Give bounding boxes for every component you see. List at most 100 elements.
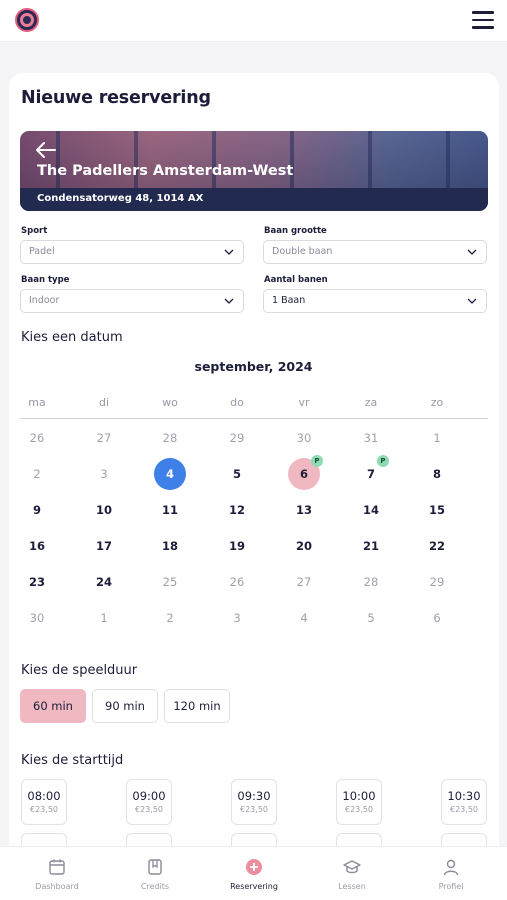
slot-time: 09:30 — [237, 789, 271, 803]
bookmark-icon — [148, 859, 162, 875]
calendar-day: 2 — [33, 467, 41, 481]
nav-dashboard[interactable]: Dashboard — [22, 847, 92, 900]
calendar-day[interactable]: 5 — [221, 458, 253, 490]
calendar-day[interactable]: 16 — [21, 530, 53, 562]
calendar-day[interactable]: 10 — [88, 494, 120, 526]
calendar-day[interactable]: 17 — [88, 530, 120, 562]
calendar-day[interactable]: 8 — [421, 458, 453, 490]
nav-label: Lessen — [338, 882, 366, 891]
court-count-label: Aantal banen — [264, 275, 328, 285]
weekday-fri: vr — [298, 396, 310, 409]
chevron-down-icon — [467, 298, 477, 304]
weekday-mon: ma — [28, 396, 46, 409]
slot-price: €23,50 — [30, 805, 58, 814]
court-count-select[interactable]: 1 Baan — [263, 289, 487, 313]
nav-label: Reservering — [230, 882, 278, 891]
slot-time: 08:00 — [27, 789, 61, 803]
court-type-label: Baan type — [21, 275, 70, 285]
page-title: Nieuwe reservering — [21, 88, 211, 108]
calendar-day: 29 — [429, 575, 445, 589]
date-heading: Kies een datum — [21, 330, 123, 345]
calendar-day: 1 — [100, 611, 108, 625]
club-logo[interactable] — [15, 8, 39, 32]
nav-lessen[interactable]: Lessen — [317, 847, 387, 900]
calendar-day[interactable]: 11 — [154, 494, 186, 526]
calendar-day[interactable]: 20 — [288, 530, 320, 562]
calendar-day[interactable]: 22 — [421, 530, 453, 562]
weekday-tue: di — [98, 396, 110, 409]
venue-name: The Padellers Amsterdam-West — [37, 163, 294, 179]
calendar-day: 25 — [162, 575, 178, 589]
court-size-label: Baan grootte — [264, 226, 327, 236]
sport-value: Padel — [29, 246, 55, 257]
calendar-day[interactable]: 21 — [355, 530, 387, 562]
nav-reservering[interactable]: Reservering — [219, 847, 289, 900]
calendar-day: 29 — [229, 431, 245, 445]
time-slot[interactable]: 10:00 €23,50 — [336, 779, 382, 825]
court-type-value: Indoor — [29, 295, 60, 306]
weekday-wed: wo — [162, 396, 178, 409]
slot-price: €23,50 — [135, 805, 163, 814]
calendar-day[interactable]: 19 — [221, 530, 253, 562]
time-slot[interactable]: 10:30 €23,50 — [441, 779, 487, 825]
calendar-day[interactable]: 24 — [88, 566, 120, 598]
court-count-value: 1 Baan — [272, 295, 306, 306]
calendar-day: 2 — [166, 611, 174, 625]
calendar-day: 27 — [96, 431, 112, 445]
calendar-day: 3 — [233, 611, 241, 625]
back-arrow-icon[interactable] — [35, 141, 57, 159]
duration-120-button[interactable]: 120 min — [164, 689, 230, 723]
calendar-day: 27 — [296, 575, 312, 589]
calendar-day: 1 — [433, 431, 441, 445]
hamburger-menu-icon[interactable] — [472, 11, 494, 29]
bottom-nav: Dashboard Credits Reservering Lessen Pro… — [0, 846, 507, 900]
calendar-day: 31 — [363, 431, 379, 445]
calendar-day[interactable]: 15 — [421, 494, 453, 526]
venue-address: Condensatorweg 48, 1014 AX — [37, 193, 204, 204]
venue-banner: The Padellers Amsterdam-West Condensator… — [20, 131, 488, 211]
slot-price: €23,50 — [450, 805, 478, 814]
venue-address-bar: Condensatorweg 48, 1014 AX — [20, 188, 488, 211]
start-time-heading: Kies de starttijd — [21, 753, 124, 768]
slot-time: 10:30 — [447, 789, 481, 803]
nav-label: Dashboard — [35, 882, 79, 891]
calendar-day[interactable]: 13 — [288, 494, 320, 526]
calendar-day-today[interactable]: 4 — [154, 458, 186, 490]
nav-label: Credits — [140, 882, 170, 891]
court-type-select[interactable]: Indoor — [20, 289, 244, 313]
chevron-down-icon — [224, 298, 234, 304]
calendar-day[interactable]: 9 — [21, 494, 53, 526]
time-slot[interactable]: 08:00 €23,50 — [21, 779, 67, 825]
plus-circle-icon — [246, 859, 262, 875]
top-bar — [0, 0, 507, 42]
p-badge: P — [377, 455, 389, 467]
calendar-day: 4 — [300, 611, 308, 625]
calendar-day[interactable]: 12 — [221, 494, 253, 526]
slot-time: 09:00 — [132, 789, 166, 803]
slot-price: €23,50 — [345, 805, 373, 814]
calendar-day: 6 — [433, 611, 441, 625]
weekday-sat: za — [364, 396, 378, 409]
duration-60-button[interactable]: 60 min — [20, 689, 86, 723]
calendar-day: 26 — [29, 431, 45, 445]
nav-label: Profiel — [438, 882, 464, 891]
calendar-day: 3 — [100, 467, 108, 481]
calendar-day[interactable]: 14 — [355, 494, 387, 526]
nav-credits[interactable]: Credits — [120, 847, 190, 900]
nav-profiel[interactable]: Profiel — [416, 847, 486, 900]
calendar-divider — [20, 418, 488, 419]
time-slot[interactable]: 09:00 €23,50 — [126, 779, 172, 825]
weekday-thu: do — [230, 396, 244, 409]
calendar-day: 26 — [229, 575, 245, 589]
calendar-day[interactable]: 18 — [154, 530, 186, 562]
calendar-day: 30 — [296, 431, 312, 445]
sport-select[interactable]: Padel — [20, 240, 244, 264]
duration-90-button[interactable]: 90 min — [92, 689, 158, 723]
calendar-day[interactable]: 23 — [21, 566, 53, 598]
duration-heading: Kies de speelduur — [21, 663, 138, 678]
court-size-select[interactable]: Double baan — [263, 240, 487, 264]
slot-time: 10:00 — [342, 789, 376, 803]
calendar-icon — [49, 859, 65, 875]
calendar-month: september, 2024 — [194, 359, 313, 374]
time-slot[interactable]: 09:30 €23,50 — [231, 779, 277, 825]
